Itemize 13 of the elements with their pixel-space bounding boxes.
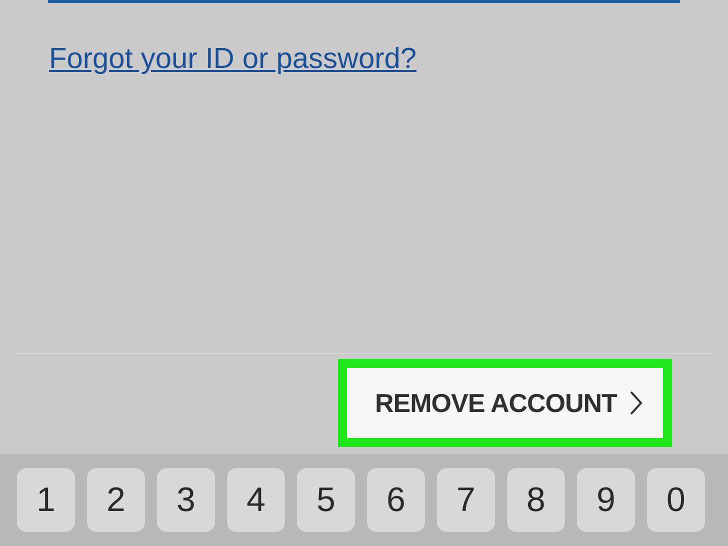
keyboard-key[interactable]: 9 [577, 468, 635, 532]
keyboard-key[interactable]: 2 [87, 468, 145, 532]
forgot-password-link[interactable]: Forgot your ID or password? [49, 43, 416, 75]
keyboard-key[interactable]: 8 [507, 468, 565, 532]
keyboard-key[interactable]: 0 [647, 468, 705, 532]
keyboard-key[interactable]: 6 [367, 468, 425, 532]
keyboard-key[interactable]: 5 [297, 468, 355, 532]
keyboard-key[interactable]: 7 [437, 468, 495, 532]
keyboard-key[interactable]: 4 [227, 468, 285, 532]
chevron-right-icon [629, 390, 643, 416]
keyboard-key[interactable]: 3 [157, 468, 215, 532]
keyboard-key[interactable]: 1 [17, 468, 75, 532]
remove-account-button[interactable]: REMOVE ACCOUNT [347, 368, 663, 438]
